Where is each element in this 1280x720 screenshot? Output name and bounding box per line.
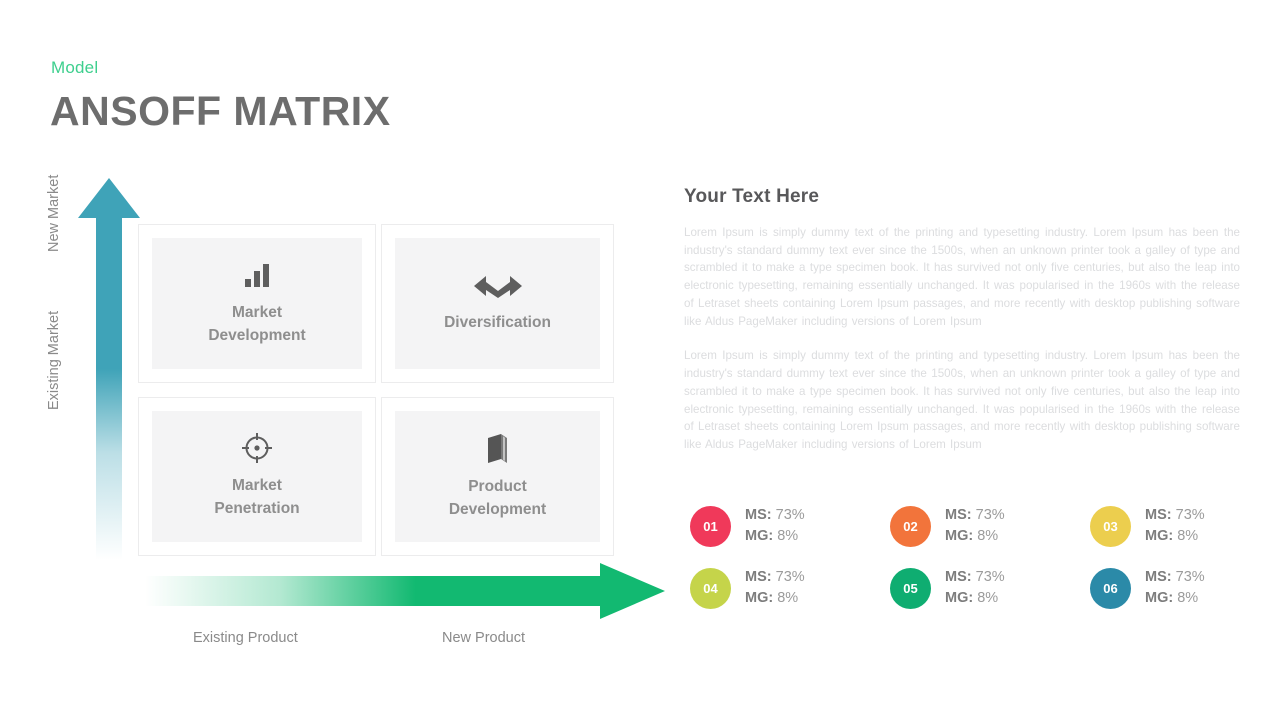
quadrant-label: Diversification bbox=[444, 312, 551, 334]
stat-ms-value: 73% bbox=[775, 569, 805, 586]
stat-item[interactable]: 01 MS: 73% MG: 8% bbox=[690, 505, 890, 547]
vertical-axis-arrow bbox=[78, 178, 140, 560]
quadrant-label-line2: Penetration bbox=[214, 499, 300, 517]
quadrant-label-line2: Development bbox=[448, 500, 547, 518]
stat-ms-value: 73% bbox=[1175, 569, 1205, 586]
quadrant-inner: Market Penetration bbox=[147, 406, 367, 547]
stat-ms-label: MS: bbox=[1145, 569, 1172, 586]
description-panel: Your Text Here Lorem Ipsum is simply dum… bbox=[684, 186, 1240, 471]
stat-badge: 03 bbox=[1090, 505, 1131, 547]
description-paragraph-1: Lorem Ipsum is simply dummy text of the … bbox=[684, 226, 1240, 328]
stat-ms-value: 73% bbox=[1175, 507, 1205, 523]
stat-ms-value: 73% bbox=[975, 569, 1005, 586]
stat-badge: 04 bbox=[690, 567, 731, 609]
stat-ms-label: MS: bbox=[945, 507, 972, 523]
quadrant-market-penetration[interactable]: Market Penetration bbox=[138, 397, 376, 556]
stat-item[interactable]: 06 MS: 73% MG: 8% bbox=[1090, 567, 1280, 609]
stat-item[interactable]: 04 MS: 73% MG: 8% bbox=[690, 567, 890, 609]
stat-values: MS: 73% MG: 8% bbox=[1145, 505, 1205, 547]
axis-label-existing-market: Existing Market bbox=[46, 310, 62, 410]
quadrant-label-line1: Product bbox=[468, 478, 527, 496]
stat-mg-value: 8% bbox=[977, 590, 999, 607]
quadrant-label-line1: Diversification bbox=[444, 314, 551, 332]
horizontal-axis-arrow bbox=[145, 563, 665, 619]
stat-ms-label: MS: bbox=[745, 507, 772, 523]
stat-values: MS: 73% MG: 8% bbox=[1145, 567, 1205, 609]
quadrant-inner: Market Development bbox=[147, 233, 367, 374]
double-arrow-icon bbox=[470, 272, 526, 300]
stat-mg-value: 8% bbox=[777, 528, 799, 545]
stat-ms-label: MS: bbox=[1145, 507, 1172, 523]
quadrant-label: Product Development bbox=[449, 476, 546, 521]
axis-label-existing-product: Existing Product bbox=[193, 630, 298, 646]
stat-badge: 02 bbox=[890, 505, 931, 547]
quadrant-diversification[interactable]: Diversification bbox=[381, 224, 614, 383]
bar-chart-icon bbox=[242, 260, 272, 290]
stat-item[interactable]: 02 MS: 73% MG: 8% bbox=[890, 505, 1090, 547]
stat-item[interactable]: 03 MS: 73% MG: 8% bbox=[1090, 505, 1280, 547]
stat-mg-value: 8% bbox=[1177, 590, 1199, 607]
target-icon bbox=[242, 433, 272, 464]
stat-item[interactable]: 05 MS: 73% MG: 8% bbox=[890, 567, 1090, 609]
stat-mg-value: 8% bbox=[977, 528, 999, 545]
stat-badge: 01 bbox=[690, 505, 731, 547]
stat-values: MS: 73% MG: 8% bbox=[945, 567, 1005, 609]
stat-mg-label: MG: bbox=[945, 528, 974, 545]
stats-grid: 01 MS: 73% MG: 8% 02 MS: 73% MG: 8% 03 M… bbox=[690, 505, 1250, 609]
quadrant-label-line1: Market bbox=[232, 304, 282, 322]
quadrant-label: Market Development bbox=[208, 302, 305, 347]
stat-values: MS: 73% MG: 8% bbox=[945, 505, 1005, 547]
stat-mg-label: MG: bbox=[745, 528, 774, 545]
axis-label-new-product: New Product bbox=[442, 630, 526, 646]
stat-mg-label: MG: bbox=[1145, 590, 1174, 607]
stat-mg-label: MG: bbox=[945, 590, 974, 607]
quadrant-label: Market Penetration bbox=[214, 475, 299, 520]
quadrant-inner: Diversification bbox=[390, 233, 605, 374]
quadrant-label-line2: Development bbox=[208, 326, 306, 344]
quadrant-market-development[interactable]: Market Development bbox=[138, 224, 376, 383]
stat-ms-value: 73% bbox=[775, 507, 805, 523]
book-icon bbox=[484, 432, 512, 464]
description-title: Your Text Here bbox=[684, 186, 820, 207]
quadrant-label-line1: Market bbox=[232, 477, 282, 495]
stat-mg-label: MG: bbox=[1145, 528, 1174, 545]
stat-ms-label: MS: bbox=[945, 569, 972, 586]
ansoff-matrix: New Market Existing Market Existing Prod… bbox=[0, 0, 680, 720]
quadrant-product-development[interactable]: Product Development bbox=[381, 397, 614, 556]
stat-values: MS: 73% MG: 8% bbox=[745, 567, 805, 609]
axis-label-new-market: New Market bbox=[46, 174, 62, 252]
stat-values: MS: 73% MG: 8% bbox=[745, 505, 805, 547]
stat-badge: 05 bbox=[890, 567, 931, 609]
stat-badge: 06 bbox=[1090, 567, 1131, 609]
stat-mg-label: MG: bbox=[745, 590, 774, 607]
stat-ms-label: MS: bbox=[745, 569, 772, 586]
stat-ms-value: 73% bbox=[975, 507, 1005, 523]
stat-mg-value: 8% bbox=[777, 590, 799, 607]
quadrant-inner: Product Development bbox=[390, 406, 605, 547]
description-paragraph-2: Lorem Ipsum is simply dummy text of the … bbox=[684, 349, 1240, 452]
stat-mg-value: 8% bbox=[1177, 528, 1199, 545]
